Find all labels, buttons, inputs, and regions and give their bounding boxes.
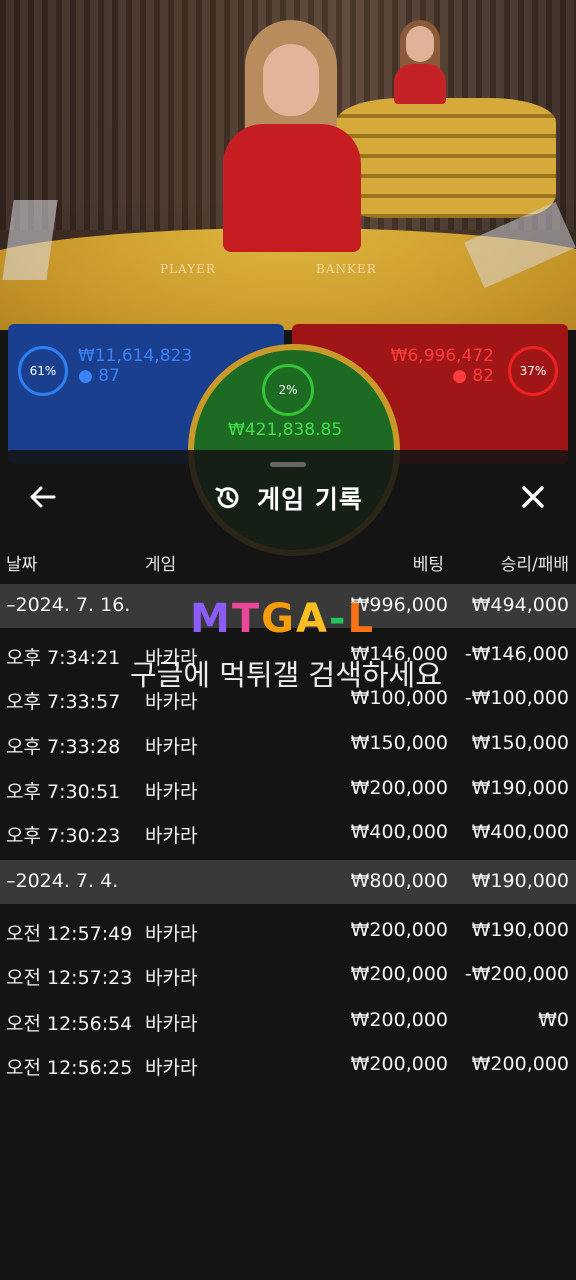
row-bet: ₩400,000 <box>350 821 448 843</box>
row-time: 오전 12:56:25 <box>6 1057 133 1079</box>
column-header-bet: 베팅 <box>412 555 444 575</box>
day-result-total: ₩190,000 <box>471 870 569 892</box>
row-game: 바카라 <box>145 967 198 989</box>
row-result: ₩190,000 <box>471 777 569 799</box>
row-result: ₩190,000 <box>471 919 569 941</box>
row-game: 바카라 <box>145 1013 198 1035</box>
column-header-game: 게임 <box>145 555 177 575</box>
table-row[interactable]: 오후 7:33:28 바카라 ₩150,000 ₩150,000 <box>0 722 576 766</box>
day-group-header[interactable]: –2024. 7. 4. ₩800,000 ₩190,000 <box>0 860 576 904</box>
player-percent-ring: 61% <box>18 346 68 396</box>
banker-bet-amount: ₩6,996,472 <box>390 346 494 366</box>
history-icon <box>215 487 239 509</box>
player-count-value: 87 <box>98 366 120 386</box>
row-result: -₩146,000 <box>464 643 569 665</box>
day-date: –2024. 7. 16. <box>6 594 131 616</box>
row-result: ₩200,000 <box>471 1053 569 1075</box>
live-video: PLAYER BANKER <box>0 0 576 330</box>
row-time: 오후 7:30:51 <box>6 781 121 803</box>
user-icon: ● <box>452 366 467 386</box>
column-header-date: 날짜 <box>6 555 38 575</box>
table-row[interactable]: 오전 12:56:25 바카라 ₩200,000 ₩200,000 <box>0 1043 576 1087</box>
dealer <box>205 20 375 260</box>
row-bet: ₩200,000 <box>350 1053 448 1075</box>
row-game: 바카라 <box>145 781 198 803</box>
row-bet: ₩200,000 <box>350 963 448 985</box>
drag-handle[interactable] <box>270 462 306 467</box>
table-row[interactable]: 오후 7:30:23 바카라 ₩400,000 ₩400,000 <box>0 811 576 855</box>
felt-label-banker: BANKER <box>316 262 377 276</box>
watermark-text: 구글에 먹튀갤 검색하세요 <box>130 658 442 692</box>
user-icon: ● <box>78 366 93 386</box>
banker-count-value: 82 <box>472 366 494 386</box>
row-time: 오후 7:34:21 <box>6 647 121 669</box>
row-bet: ₩150,000 <box>350 732 448 754</box>
game-history-modal: 게임 기록 날짜 게임 베팅 승리/패배 –2024. 7. 16. ₩996,… <box>0 450 576 1280</box>
row-result: ₩400,000 <box>471 821 569 843</box>
modal-header: 게임 기록 <box>0 480 576 516</box>
close-button[interactable] <box>516 480 550 514</box>
row-bet: ₩200,000 <box>350 919 448 941</box>
day-result-total: ₩494,000 <box>471 594 569 616</box>
row-time: 오후 7:33:57 <box>6 691 121 713</box>
row-game: 바카라 <box>145 825 198 847</box>
row-result: ₩0 <box>538 1009 569 1031</box>
column-header-result: 승리/패배 <box>500 555 569 575</box>
tie-percent-ring: 2% <box>262 364 314 416</box>
row-result: -₩100,000 <box>464 687 569 709</box>
row-bet: ₩200,000 <box>350 1009 448 1031</box>
secondary-dealer <box>390 20 450 104</box>
row-bet: ₩200,000 <box>350 777 448 799</box>
tie-bet-amount: ₩421,838.85 <box>228 420 343 440</box>
table-row[interactable]: 오전 12:56:54 바카라 ₩200,000 ₩0 <box>0 999 576 1043</box>
row-result: ₩150,000 <box>471 732 569 754</box>
banker-percent-ring: 37% <box>508 346 558 396</box>
table-row[interactable]: 오후 7:30:51 바카라 ₩200,000 ₩190,000 <box>0 767 576 811</box>
row-time: 오전 12:57:49 <box>6 923 133 945</box>
row-time: 오전 12:57:23 <box>6 967 133 989</box>
table-row[interactable]: 오전 12:57:49 바카라 ₩200,000 ₩190,000 <box>0 909 576 953</box>
watermark-logo: MTGA-L <box>190 596 376 642</box>
row-time: 오전 12:56:54 <box>6 1013 133 1035</box>
felt-label-player: PLAYER <box>160 262 216 276</box>
table-row[interactable]: 오전 12:57:23 바카라 ₩200,000 -₩200,000 <box>0 953 576 997</box>
row-game: 바카라 <box>145 736 198 758</box>
row-result: -₩200,000 <box>464 963 569 985</box>
player-bet-amount: ₩11,614,823 <box>78 346 193 366</box>
row-game: 바카라 <box>145 923 198 945</box>
row-time: 오후 7:33:28 <box>6 736 121 758</box>
row-game: 바카라 <box>145 1057 198 1079</box>
day-bet-total: ₩800,000 <box>350 870 448 892</box>
player-count: ● 87 <box>78 366 120 386</box>
day-date: –2024. 7. 4. <box>6 870 119 892</box>
banker-count: ● 82 <box>452 366 494 386</box>
row-time: 오후 7:30:23 <box>6 825 121 847</box>
close-icon <box>522 486 544 508</box>
modal-title: 게임 기록 <box>257 485 363 514</box>
